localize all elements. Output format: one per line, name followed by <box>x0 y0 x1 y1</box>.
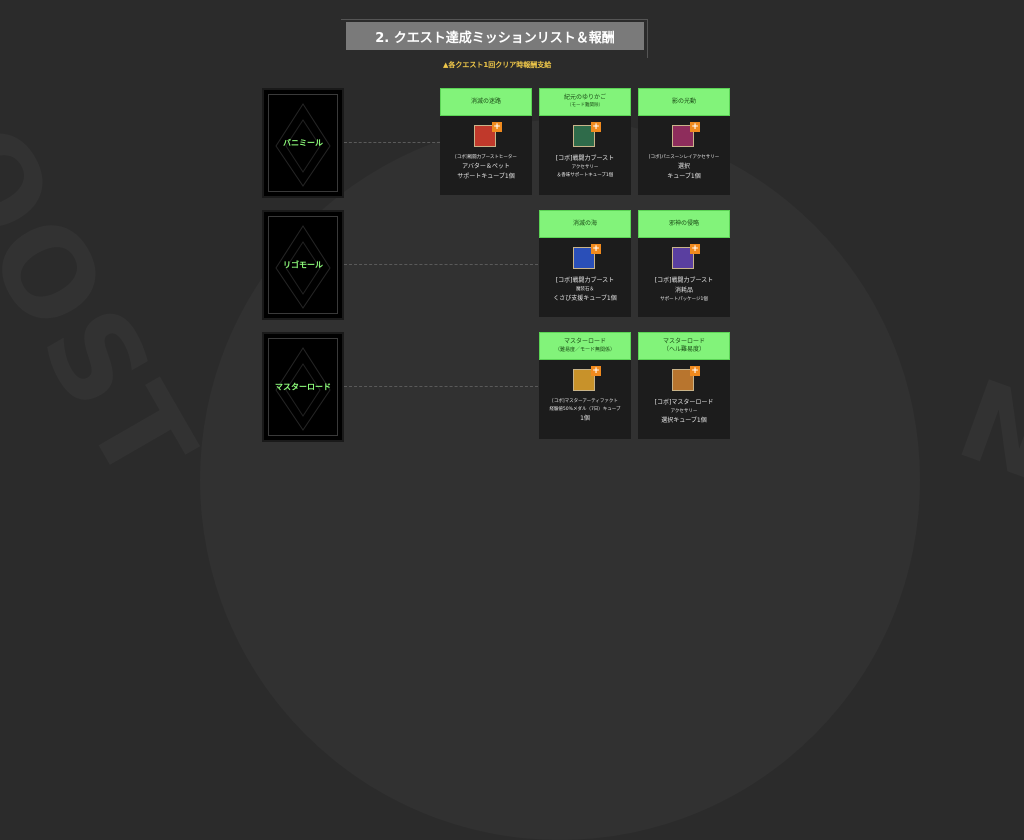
reward-card[interactable]: 消滅の海 + [コボ]戦闘力ブースト 魔装石＆ くさび支援キューブ1個 <box>539 210 631 317</box>
reward-line-1: [コボ]パニスーンレイアクセサリー <box>648 155 720 160</box>
boss-panel-vanimir[interactable]: バニミール <box>262 88 344 198</box>
reward-card[interactable]: マスターロード （ヘル難易度） + [コボ]マスターロード アクセサリー 選択キ… <box>638 332 730 439</box>
reward-line-3: くさび支援キューブ1個 <box>553 295 617 302</box>
plus-icon: + <box>492 122 502 132</box>
boss-name: バニミール <box>283 138 323 148</box>
reward-line-3: サポートパッケージ1個 <box>660 297 708 302</box>
quest-header: 邪神の侵略 <box>638 210 730 238</box>
reward-line-1: [コボ]マスターアーティファクト <box>552 399 618 404</box>
reward-line-3: ＆香味サポートキューブ1個 <box>556 173 614 178</box>
reward-description: [コボ]パニスーンレイアクセサリー 選択 キューブ1個 <box>640 154 728 182</box>
quest-header: 紀元のゆりかご （モード難関除） <box>539 88 631 116</box>
reward-description: [コボ]マスターロード アクセサリー 選択キューブ1個 <box>640 398 728 426</box>
reward-line-3: 選択キューブ1個 <box>661 417 707 424</box>
quest-name: マスターロード <box>662 338 705 345</box>
reward-description: [コボ]マスターアーティファクト 経験値50%メダル（7日）キューブ 1個 <box>541 398 629 424</box>
plus-icon: + <box>690 244 700 254</box>
quest-name: 邪神の侵略 <box>668 220 699 227</box>
reward-card[interactable]: 紀元のゆりかご （モード難関除） + [コボ]戦闘力ブースト アクセサリー ＆香… <box>539 88 631 195</box>
plus-icon: + <box>591 366 601 376</box>
plus-icon: + <box>591 244 601 254</box>
quest-name: 消滅の迷路 <box>470 98 501 105</box>
boss-name: リゴモール <box>283 260 323 270</box>
reward-line-3: 1個 <box>580 415 590 422</box>
reward-card[interactable]: 消滅の迷路 + [コボ]戦闘力ブーストヒーター アバター＆ペット サポートキュー… <box>440 88 532 195</box>
reward-line-2: 経験値50%メダル（7日）キューブ <box>549 407 621 412</box>
quest-condition: （ヘル難易度） <box>662 346 705 353</box>
plus-icon: + <box>591 122 601 132</box>
reward-line-2: アクセサリー <box>571 165 599 170</box>
reward-description: [コボ]戦闘力ブースト 魔装石＆ くさび支援キューブ1個 <box>541 276 629 304</box>
quest-header: マスターロード （ヘル難易度） <box>638 332 730 360</box>
reward-line-2: 消耗品 <box>674 287 693 294</box>
plus-icon: + <box>690 366 700 376</box>
reward-description: [コボ]戦闘力ブースト 消耗品 サポートパッケージ1個 <box>640 276 728 304</box>
reward-line-2: 魔装石＆ <box>576 287 594 292</box>
reward-line-2: 選択 <box>677 163 690 170</box>
reward-description: [コボ]戦闘力ブーストヒーター アバター＆ペット サポートキューブ1個 <box>442 154 530 182</box>
quest-condition: （モード難関除） <box>567 103 603 108</box>
quest-name: 消滅の海 <box>572 220 597 227</box>
quest-name: 紀元のゆりかご <box>563 94 606 101</box>
boss-name: マスターロード <box>275 382 331 392</box>
page-title: 2. クエスト達成ミッションリスト＆報酬 <box>346 22 644 50</box>
reward-line-1: [コボ]戦闘力ブースト <box>555 155 615 162</box>
reward-line-1: [コボ]戦闘力ブースト <box>654 277 714 284</box>
quest-header: マスターロード （難易度／モード無関係） <box>539 332 631 360</box>
boss-panel-rigomor[interactable]: リゴモール <box>262 210 344 320</box>
connector-line <box>344 386 538 387</box>
reward-card[interactable]: マスターロード （難易度／モード無関係） + [コボ]マスターアーティファクト … <box>539 332 631 439</box>
connector-line <box>344 264 538 265</box>
connector-line <box>344 142 440 143</box>
quest-header: 消滅の海 <box>539 210 631 238</box>
boss-panel-master-lord[interactable]: マスターロード <box>262 332 344 442</box>
reward-note: ▲各クエスト1回クリア時報酬支給 <box>443 61 552 69</box>
reward-line-1: [コボ]戦闘力ブースト <box>555 277 615 284</box>
quest-name: マスターロード <box>563 338 606 345</box>
background-watermark: BOOST <box>0 20 222 509</box>
quest-header: 消滅の迷路 <box>440 88 532 116</box>
reward-description: [コボ]戦闘力ブースト アクセサリー ＆香味サポートキューブ1個 <box>541 154 629 180</box>
quest-name: 影の光動 <box>671 98 696 105</box>
quest-header: 影の光動 <box>638 88 730 116</box>
reward-line-2: アバター＆ペット <box>462 163 510 170</box>
plus-icon: + <box>690 122 700 132</box>
reward-line-1: [コボ]マスターロード <box>654 399 714 406</box>
reward-line-3: キューブ1個 <box>667 173 701 180</box>
reward-card[interactable]: 影の光動 + [コボ]パニスーンレイアクセサリー 選択 キューブ1個 <box>638 88 730 195</box>
background-watermark-2: NT <box>943 355 1024 533</box>
reward-line-3: サポートキューブ1個 <box>457 173 515 180</box>
quest-condition: （難易度／モード無関係） <box>554 347 615 353</box>
reward-line-2: アクセサリー <box>670 409 698 414</box>
reward-card[interactable]: 邪神の侵略 + [コボ]戦闘力ブースト 消耗品 サポートパッケージ1個 <box>638 210 730 317</box>
reward-line-1: [コボ]戦闘力ブーストヒーター <box>455 155 517 160</box>
